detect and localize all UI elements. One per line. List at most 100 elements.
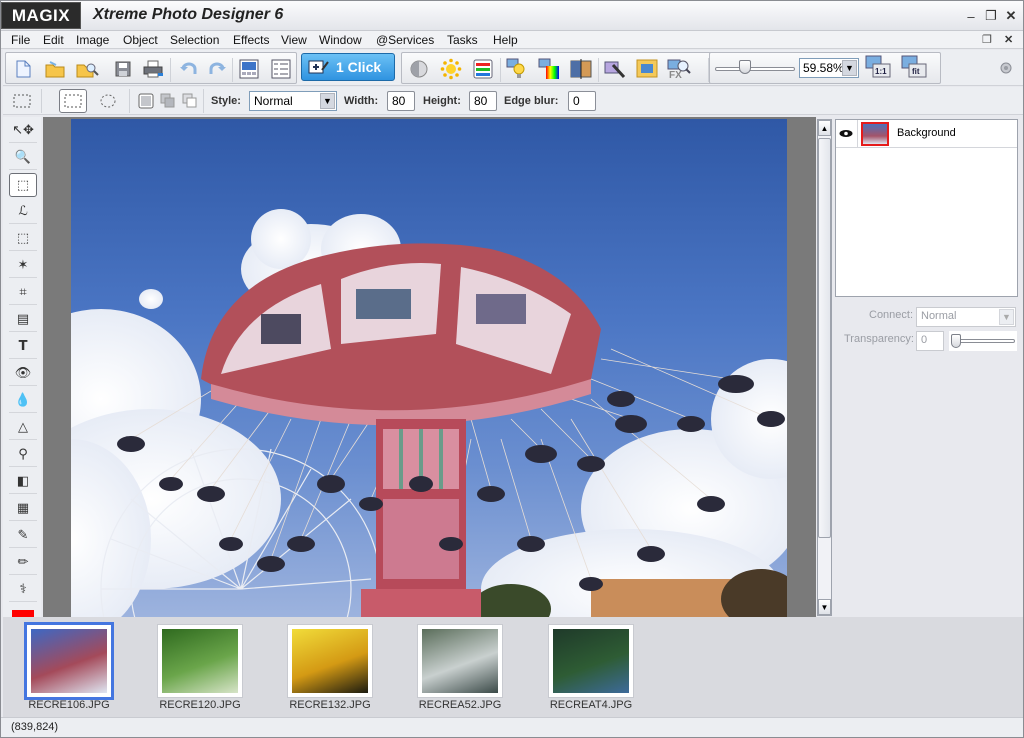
tool-eyedropper[interactable]: ⚕ — [9, 578, 37, 602]
chevron-down-icon[interactable]: ▼ — [999, 309, 1014, 325]
app-window: MAGIX Xtreme Photo Designer 6 – ❐ ✕ File… — [0, 0, 1024, 738]
tool-magic-wand[interactable]: ✶ — [9, 254, 37, 278]
before-after-button[interactable] — [568, 57, 594, 81]
list-view-button[interactable] — [268, 57, 294, 81]
menu-view[interactable]: View — [281, 33, 307, 47]
doc-restore-button[interactable]: ❐ — [982, 33, 992, 46]
save-button[interactable] — [110, 57, 136, 81]
menu-tasks[interactable]: Tasks — [447, 33, 478, 47]
color-balance-button[interactable] — [470, 57, 496, 81]
menu-effects[interactable]: Effects — [233, 33, 269, 47]
tool-lasso[interactable]: ℒ — [9, 200, 37, 224]
redo-button[interactable] — [204, 57, 230, 81]
toolbox: ↖✥ 🔍 ⬚ ℒ ⬚ ✶ ⌗ ▤ T 👁 💧 △ ⚲ ◧ ▦ ✎ ✏ ⚕ — [3, 117, 41, 618]
browse-button[interactable] — [74, 57, 100, 81]
zoom-slider-thumb[interactable] — [739, 60, 751, 74]
paint-button[interactable] — [602, 57, 628, 81]
scroll-down-button[interactable]: ▼ — [818, 599, 831, 615]
crop-icon: ⌗ — [19, 285, 27, 300]
contrast-button[interactable] — [406, 57, 432, 81]
layer-row[interactable]: Background — [836, 120, 1017, 148]
zoom-1to1-button[interactable]: 1:1 — [865, 55, 891, 79]
scroll-up-button[interactable]: ▲ — [818, 120, 831, 136]
tool-fill[interactable]: ◧ — [9, 470, 37, 494]
zoom-fit-button[interactable]: fit — [901, 55, 927, 79]
image-canvas[interactable] — [71, 119, 787, 617]
filmstrip-thumbnail[interactable] — [288, 625, 372, 697]
chevron-down-icon[interactable]: ▼ — [842, 60, 857, 76]
tool-straighten[interactable]: ▤ — [9, 308, 37, 332]
tool-blur[interactable]: 💧 — [9, 389, 37, 413]
help-orb-button[interactable] — [993, 56, 1019, 80]
tool-sharpen[interactable]: △ — [9, 416, 37, 440]
transparency-label: Transparency: — [844, 333, 914, 345]
menu-selection[interactable]: Selection — [170, 33, 219, 47]
drop-icon: 💧 — [14, 393, 32, 408]
frame-button[interactable] — [634, 57, 660, 81]
tool-move[interactable]: ↖✥ — [9, 119, 37, 143]
open-button[interactable] — [42, 57, 68, 81]
height-input[interactable]: 80 — [469, 91, 497, 111]
transparency-input[interactable]: 0 — [916, 331, 944, 351]
eye-icon: 👁 — [14, 366, 32, 381]
canvas-area[interactable] — [43, 117, 816, 617]
subtract-selection-button[interactable] — [177, 89, 203, 113]
filmstrip-thumbnail[interactable] — [549, 625, 633, 697]
exposure-button[interactable] — [504, 57, 530, 81]
magnifier-icon: 🔍 — [14, 150, 32, 165]
tool-clone-stamp[interactable]: ⚲ — [9, 443, 37, 467]
tool-pencil[interactable]: ✏ — [9, 551, 37, 575]
vertical-scrollbar[interactable]: ▲ ▼ — [817, 119, 832, 616]
paint-bucket-icon: ◧ — [16, 474, 30, 489]
edge-blur-input[interactable]: 0 — [568, 91, 596, 111]
menu-help[interactable]: Help — [493, 33, 518, 47]
close-button[interactable]: ✕ — [1003, 8, 1019, 24]
rect-shape-button[interactable] — [59, 89, 87, 113]
one-click-button[interactable]: 1 Click — [301, 53, 395, 81]
menu-object[interactable]: Object — [123, 33, 158, 47]
fit-icon: fit — [901, 55, 927, 78]
menu-window[interactable]: Window — [319, 33, 362, 47]
chevron-down-icon[interactable]: ▼ — [320, 93, 335, 109]
width-input[interactable]: 80 — [387, 91, 415, 111]
menu-file[interactable]: File — [11, 33, 30, 47]
ellipse-shape-button[interactable] — [95, 89, 121, 113]
menu-services[interactable]: @Services — [376, 33, 434, 47]
zoom-select[interactable]: 59.58% ▼ — [799, 58, 859, 78]
thumbnail-view-button[interactable] — [236, 57, 262, 81]
print-button[interactable] — [140, 57, 166, 81]
scroll-thumb[interactable] — [818, 138, 831, 538]
tool-crop[interactable]: ⌗ — [9, 281, 37, 305]
connect-select[interactable]: Normal ▼ — [916, 307, 1016, 327]
tool-brush[interactable]: ✎ — [9, 524, 37, 548]
filmstrip-thumbnail[interactable] — [418, 625, 502, 697]
tool-text[interactable]: T — [9, 335, 37, 359]
tool-gradient[interactable]: ▦ — [9, 497, 37, 521]
filmstrip-thumbnail[interactable] — [27, 625, 111, 697]
tool-zoom[interactable]: 🔍 — [9, 146, 37, 170]
transparency-slider[interactable] — [949, 331, 1017, 351]
doc-close-button[interactable]: ✕ — [1004, 33, 1013, 46]
file-tools-group — [5, 52, 297, 84]
color-spectrum-button[interactable] — [536, 57, 562, 81]
fx-effects-button[interactable]: FX — [666, 57, 692, 81]
selection-mode-button[interactable] — [9, 89, 35, 113]
minimize-button[interactable]: – — [963, 8, 979, 24]
rect-selection-icon — [13, 94, 31, 108]
undo-button[interactable] — [176, 57, 202, 81]
transparency-slider-thumb[interactable] — [951, 334, 961, 348]
brightness-button[interactable] — [438, 57, 464, 81]
style-select[interactable]: Normal ▼ — [249, 91, 337, 111]
zoom-slider-track[interactable] — [715, 67, 795, 71]
restore-button[interactable]: ❐ — [983, 8, 999, 24]
new-file-button[interactable] — [10, 57, 36, 81]
eye-icon[interactable] — [839, 129, 853, 138]
tool-brush-select[interactable]: ⬚ — [9, 227, 37, 251]
filmstrip-thumbnail[interactable] — [158, 625, 242, 697]
width-label: Width: — [344, 95, 379, 107]
menu-edit[interactable]: Edit — [43, 33, 64, 47]
tool-rect-select[interactable]: ⬚ — [9, 173, 37, 197]
ellipse-selection-icon — [100, 94, 116, 108]
tool-red-eye[interactable]: 👁 — [9, 362, 37, 386]
menu-image[interactable]: Image — [76, 33, 109, 47]
